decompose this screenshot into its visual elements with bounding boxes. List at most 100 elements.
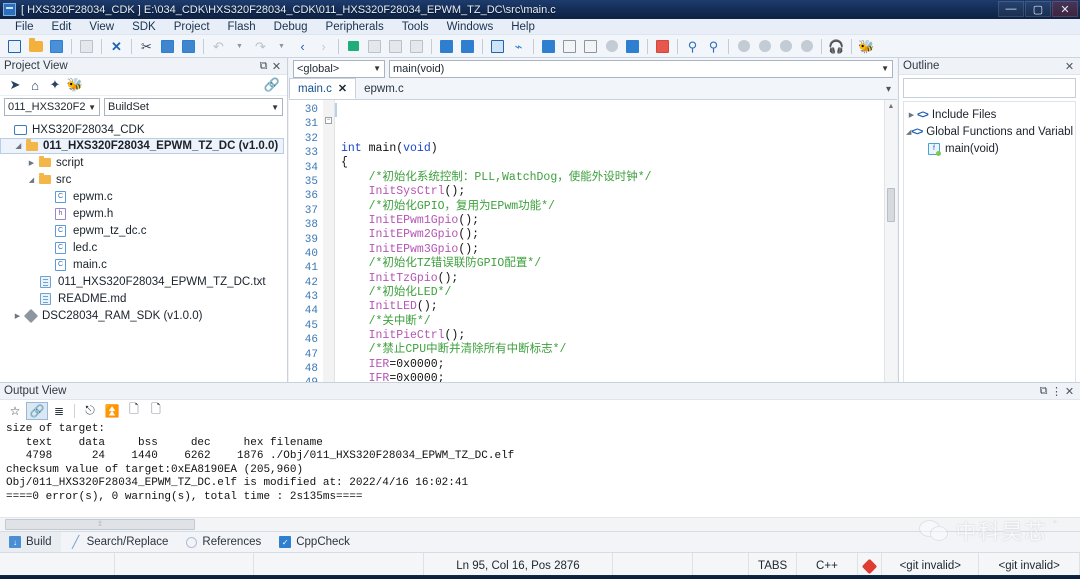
copy-icon[interactable]: 🗋 bbox=[123, 402, 145, 420]
close-file-icon[interactable]: ✕ bbox=[107, 37, 126, 56]
code-line[interactable]: /*关中断*/ bbox=[341, 315, 884, 329]
menu-item-windows[interactable]: Windows bbox=[438, 19, 503, 35]
new-file-icon[interactable] bbox=[5, 37, 24, 56]
code-line[interactable]: /*初始化TZ错误联防GPIO配置*/ bbox=[341, 257, 884, 271]
tab-epwm-c[interactable]: epwm.c bbox=[356, 78, 412, 99]
clean-icon[interactable] bbox=[407, 37, 426, 56]
tab-main-c[interactable]: main.c ✕ bbox=[289, 78, 357, 99]
code-line[interactable]: /*初始化LED*/ bbox=[341, 286, 884, 300]
buildset-select[interactable]: BuildSet ▼ bbox=[104, 98, 283, 116]
copy-icon[interactable] bbox=[158, 37, 177, 56]
output-horizontal-scrollbar[interactable]: ⦙⦙ bbox=[0, 517, 1080, 531]
code-line[interactable]: IER=0x0000; bbox=[341, 358, 884, 372]
nav-back-icon[interactable]: ‹ bbox=[293, 37, 312, 56]
undo-icon[interactable]: ↶ bbox=[209, 37, 228, 56]
outline-row-include-files[interactable]: ▶ <> Include Files bbox=[906, 106, 1073, 123]
pointer-icon[interactable]: ➤ bbox=[5, 77, 25, 93]
build-stop-icon[interactable] bbox=[365, 37, 384, 56]
find-in-files-icon[interactable] bbox=[488, 37, 507, 56]
code-line[interactable]: { bbox=[341, 156, 884, 170]
tree-item-sdk[interactable]: ▶ DSC28034_RAM_SDK (v1.0.0) bbox=[0, 307, 287, 324]
paste-icon[interactable]: 🗋 bbox=[145, 402, 167, 420]
dock-tab-search-replace[interactable]: ╱ Search/Replace bbox=[61, 532, 178, 553]
scroll-thumb[interactable]: ⦙⦙ bbox=[5, 519, 195, 530]
project-select[interactable]: 011_HXS320F2 ▼ bbox=[4, 98, 100, 116]
build-flag-icon[interactable] bbox=[344, 37, 363, 56]
menu-item-peripherals[interactable]: Peripherals bbox=[317, 19, 393, 35]
rebuild-icon[interactable] bbox=[386, 37, 405, 56]
code-line[interactable]: int main(void) bbox=[341, 142, 884, 156]
zoom-in-icon[interactable]: ⚲ bbox=[683, 37, 702, 56]
menu-icon[interactable]: ⋮ bbox=[1050, 385, 1063, 398]
fold-toggle-icon[interactable]: − bbox=[325, 117, 332, 124]
outline-filter-input[interactable] bbox=[903, 78, 1076, 98]
minimize-button[interactable]: — bbox=[998, 1, 1024, 17]
find-icon[interactable] bbox=[437, 37, 456, 56]
menu-item-help[interactable]: Help bbox=[502, 19, 544, 35]
debug-run-icon[interactable] bbox=[734, 37, 753, 56]
code-line[interactable]: InitPieCtrl(); bbox=[341, 329, 884, 343]
bug-icon[interactable]: 🐝 bbox=[857, 37, 876, 56]
debug-stop-icon[interactable] bbox=[797, 37, 816, 56]
zoom-out-icon[interactable]: ⚲ bbox=[704, 37, 723, 56]
erase-icon[interactable] bbox=[602, 37, 621, 56]
tab-close-icon[interactable]: ✕ bbox=[338, 82, 347, 95]
outline-row-global-functions[interactable]: ◢ <> Global Functions and Variabl bbox=[906, 123, 1073, 140]
tree-arrow-collapsed[interactable]: ▶ bbox=[906, 111, 917, 119]
tree-arrow-collapsed[interactable]: ▶ bbox=[26, 159, 37, 167]
home-icon[interactable]: ⌂ bbox=[25, 78, 45, 93]
menu-item-sdk[interactable]: SDK bbox=[123, 19, 165, 35]
maximize-button[interactable]: ▢ bbox=[1025, 1, 1051, 17]
find-replace-icon[interactable] bbox=[458, 37, 477, 56]
chevron-down-icon[interactable]: ▾ bbox=[886, 84, 891, 95]
save-output-icon[interactable]: ⏫ bbox=[101, 402, 123, 420]
code-line[interactable]: InitLED(); bbox=[341, 300, 884, 314]
link-icon[interactable]: 🔗 bbox=[262, 77, 282, 93]
open-folder-icon[interactable] bbox=[26, 37, 45, 56]
float-icon[interactable]: ⧉ bbox=[257, 60, 270, 73]
cut-icon[interactable]: ✂ bbox=[137, 37, 156, 56]
tree-item-main-c[interactable]: C main.c bbox=[0, 256, 287, 273]
save-icon[interactable] bbox=[47, 37, 66, 56]
float-icon[interactable]: ⧉ bbox=[1037, 385, 1050, 398]
code-line[interactable]: InitTzGpio(); bbox=[341, 272, 884, 286]
favorite-icon[interactable]: ☆ bbox=[4, 402, 26, 420]
flash-icon[interactable] bbox=[623, 37, 642, 56]
debug-link-icon[interactable] bbox=[776, 37, 795, 56]
tree-item-readme-md[interactable]: README.md bbox=[0, 290, 287, 307]
scroll-thumb[interactable] bbox=[887, 188, 895, 222]
tree-item-epwm-tz-dc-c[interactable]: C epwm_tz_dc.c bbox=[0, 222, 287, 239]
tree-item-readme-txt[interactable]: 011_HXS320F28034_EPWM_TZ_DC.txt bbox=[0, 273, 287, 290]
code-line[interactable]: /*初始化系统控制：PLL,WatchDog，使能外设时钟*/ bbox=[341, 171, 884, 185]
dock-tab-build[interactable]: ↓ Build bbox=[0, 531, 61, 553]
function-select[interactable]: main(void) ▼ bbox=[389, 59, 893, 78]
tree-arrow-collapsed[interactable]: ▶ bbox=[12, 312, 23, 320]
redo-dropdown-icon[interactable]: ▼ bbox=[272, 37, 291, 56]
debug-step-icon[interactable] bbox=[755, 37, 774, 56]
scope-select[interactable]: <global> ▼ bbox=[293, 59, 385, 78]
menu-item-view[interactable]: View bbox=[80, 19, 123, 35]
undo-dropdown-icon[interactable]: ▼ bbox=[230, 37, 249, 56]
wrap-icon[interactable]: ≣ bbox=[48, 402, 70, 420]
code-line[interactable]: /*禁止CPU中断并清除所有中断标志*/ bbox=[341, 343, 884, 357]
tree-item-root[interactable]: HXS320F28034_CDK bbox=[0, 121, 287, 138]
menu-item-edit[interactable]: Edit bbox=[43, 19, 81, 35]
close-icon[interactable]: ✕ bbox=[270, 60, 283, 73]
tree-item-epwm-h[interactable]: h epwm.h bbox=[0, 205, 287, 222]
clear-icon[interactable]: ⎋ bbox=[79, 402, 101, 420]
tree-item-project[interactable]: ◢ 011_HXS320F28034_EPWM_TZ_DC (v1.0.0) bbox=[0, 138, 284, 154]
package-icon[interactable] bbox=[539, 37, 558, 56]
dock-tab-references[interactable]: References bbox=[177, 532, 270, 553]
tree-arrow-expanded[interactable]: ◢ bbox=[26, 176, 37, 184]
bug-icon[interactable]: 🐝 bbox=[65, 77, 85, 93]
close-icon[interactable]: ✕ bbox=[1063, 385, 1076, 398]
headset-icon[interactable]: 🎧 bbox=[827, 37, 846, 56]
calculator-icon[interactable] bbox=[560, 37, 579, 56]
tree-arrow-expanded[interactable]: ◢ bbox=[13, 142, 24, 150]
link-icon[interactable]: 🔗 bbox=[26, 401, 48, 420]
code-line[interactable]: InitEPwm3Gpio(); bbox=[341, 243, 884, 257]
menu-item-tools[interactable]: Tools bbox=[393, 19, 438, 35]
goto-icon[interactable]: ⌁ bbox=[509, 37, 528, 56]
menu-item-debug[interactable]: Debug bbox=[265, 19, 317, 35]
code-line[interactable]: /*初始化GPIO，复用为EPwm功能*/ bbox=[341, 200, 884, 214]
